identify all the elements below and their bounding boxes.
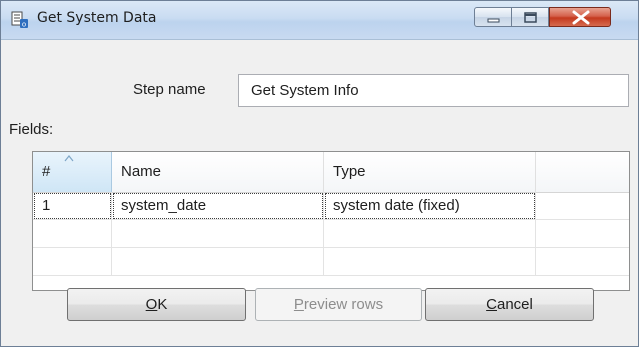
column-header-number[interactable]: # [33, 152, 112, 192]
cell-type[interactable]: system date (fixed) [324, 192, 536, 220]
cell-extra[interactable] [536, 248, 629, 276]
cell-name[interactable] [112, 248, 324, 276]
dialog-window: o Get System Data Step name Fields: [0, 0, 639, 347]
ok-mnemonic: O [145, 296, 158, 313]
table-row[interactable]: 1 system_date system date (fixed) [33, 192, 629, 220]
table-row[interactable] [33, 220, 629, 248]
minimize-icon [487, 18, 500, 23]
cell-name[interactable] [112, 220, 324, 248]
preview-mnemonic: P [293, 296, 304, 313]
column-header-empty[interactable] [536, 152, 629, 192]
maximize-icon [524, 12, 537, 23]
column-header-type[interactable]: Type [324, 152, 536, 192]
cell-extra[interactable] [536, 220, 629, 248]
cancel-button[interactable]: Cancel [425, 288, 594, 321]
cancel-label-rest: ancel [496, 296, 533, 313]
step-name-label: Step name [133, 81, 206, 98]
cell-type[interactable] [324, 248, 536, 276]
window-title: Get System Data [37, 10, 157, 26]
ok-label-rest: K [157, 296, 168, 313]
cell-number[interactable] [33, 220, 112, 248]
ok-button[interactable]: OK [67, 288, 246, 321]
table-header: # Name Type [33, 152, 629, 193]
cell-type[interactable] [324, 220, 536, 248]
fields-label: Fields: [9, 121, 54, 138]
cell-number[interactable]: 1 [33, 192, 112, 220]
sort-ascending-icon [64, 155, 74, 162]
cell-name[interactable]: system_date [112, 192, 324, 220]
minimize-button[interactable] [474, 7, 512, 27]
table-step-icon: o [11, 11, 29, 29]
step-name-input[interactable] [238, 74, 629, 107]
preview-label-rest: review rows [303, 296, 384, 313]
fields-table[interactable]: # Name Type 1 system_date system date (f… [32, 151, 630, 291]
cancel-mnemonic: C [486, 296, 497, 313]
maximize-button[interactable] [511, 7, 549, 27]
close-icon [572, 10, 590, 25]
svg-text:o: o [22, 21, 26, 29]
title-bar[interactable]: o Get System Data [1, 1, 638, 40]
preview-rows-button[interactable]: Preview rows [255, 288, 422, 321]
column-header-name[interactable]: Name [112, 152, 324, 192]
table-row[interactable] [33, 248, 629, 276]
dialog-body: Step name Fields: # Name Type 1 system_d… [8, 40, 631, 340]
close-button[interactable] [549, 7, 611, 27]
cell-number[interactable] [33, 248, 112, 276]
cell-extra[interactable] [536, 192, 629, 220]
